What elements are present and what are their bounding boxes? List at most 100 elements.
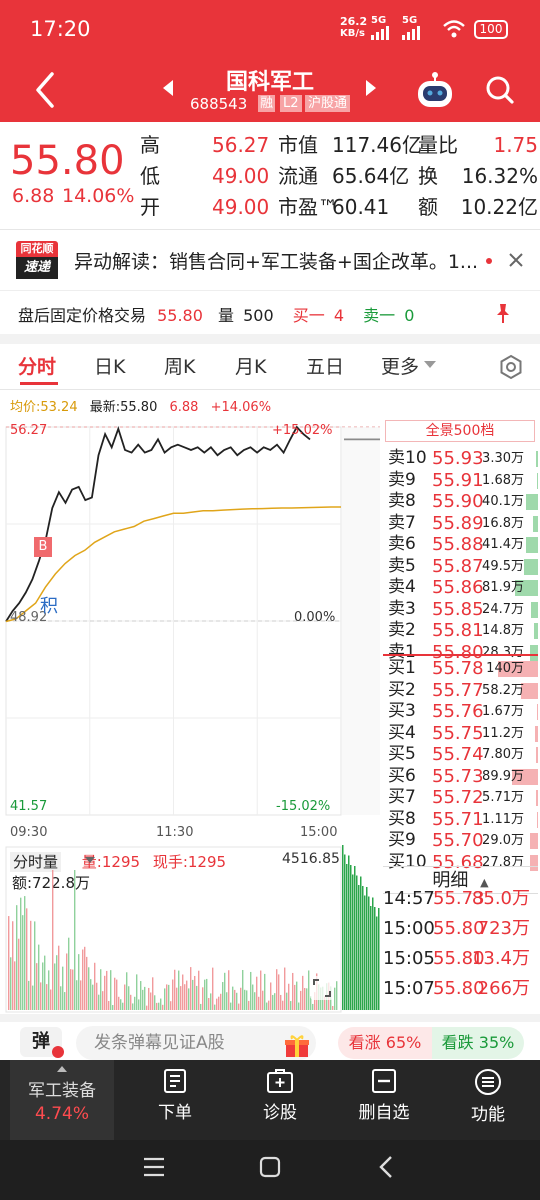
ask-row[interactable]: 卖5 55.87 49.5万 xyxy=(388,556,538,578)
volume-bar xyxy=(134,996,136,1010)
level-volume: 16.8万 xyxy=(482,515,524,531)
bid-row[interactable]: 买4 55.75 11.2万 xyxy=(388,723,538,745)
back-icon[interactable] xyxy=(376,1154,396,1180)
caret-down-icon[interactable] xyxy=(424,361,436,369)
volume-bar xyxy=(68,937,70,1010)
ask-row[interactable]: 卖8 55.90 40.1万 xyxy=(388,491,538,513)
news-logo-top: 同花顺 xyxy=(16,241,58,257)
ask-row[interactable]: 卖6 55.88 41.4万 xyxy=(388,534,538,556)
volume-bar xyxy=(144,986,146,1010)
bid-row[interactable]: 买7 55.72 5.71万 xyxy=(388,787,538,809)
home-icon[interactable] xyxy=(258,1155,282,1179)
depth-bar xyxy=(529,833,538,849)
bearish-vote-button[interactable]: 看跌 35% xyxy=(432,1027,524,1059)
remove-watchlist-button[interactable]: 删自选 xyxy=(339,1068,429,1123)
level-label: 买8 xyxy=(388,808,416,829)
volume-bar xyxy=(224,972,226,1010)
bid-row[interactable]: 买1 55.78 140万 xyxy=(388,658,538,680)
level-label: 卖9 xyxy=(388,469,416,490)
expand-icon[interactable] xyxy=(310,976,334,1000)
volume-bar xyxy=(160,998,162,1010)
volume-bar xyxy=(282,1000,284,1010)
bid-row[interactable]: 买9 55.70 29.0万 xyxy=(388,830,538,852)
stat-label: 高 xyxy=(140,133,160,157)
volume-bar xyxy=(50,989,52,1010)
danmu-input[interactable]: 发条弹幕见证A股 xyxy=(76,1026,316,1060)
search-icon[interactable] xyxy=(484,74,516,106)
tab-more[interactable]: 更多 xyxy=(381,352,419,379)
functions-button[interactable]: 功能 xyxy=(443,1068,533,1125)
tick-row[interactable]: 15:05 55.80 13.4万 xyxy=(383,944,538,973)
prev-stock-icon[interactable] xyxy=(163,80,175,96)
tick-time: 15:00 xyxy=(383,918,435,939)
title-bar: 国科军工 688543 融 L2 沪股通 xyxy=(0,60,540,122)
volume-bar xyxy=(20,897,22,1010)
stat-value: 16.32% xyxy=(461,164,538,188)
tick-row[interactable]: 14:57 55.73 85.0万 xyxy=(383,884,538,913)
ask-row[interactable]: 卖4 55.86 81.9万 xyxy=(388,577,538,599)
bid-row[interactable]: 买3 55.76 1.67万 xyxy=(388,701,538,723)
volume-bar xyxy=(220,993,222,1010)
volume-bar xyxy=(36,963,38,1010)
after-hours-bar[interactable]: 盘后固定价格交易 55.80 量 500 买一 4 卖一 0 xyxy=(18,302,414,326)
bid-row[interactable]: 买8 55.71 1.11万 xyxy=(388,809,538,831)
stat-value: 49.00 xyxy=(212,195,270,219)
volume-bar xyxy=(64,992,66,1010)
close-icon[interactable] xyxy=(508,252,524,268)
robot-icon[interactable] xyxy=(414,70,456,112)
ask-row[interactable]: 卖3 55.85 24.7万 xyxy=(388,599,538,621)
level-label: 卖4 xyxy=(388,577,416,597)
volume-bar xyxy=(256,976,258,1010)
next-stock-icon[interactable] xyxy=(364,80,376,96)
volume-bar xyxy=(148,987,150,1010)
tick-volume: 13.4万 xyxy=(471,948,530,969)
tab-five-day[interactable]: 五日 xyxy=(306,352,344,379)
level-label: 买4 xyxy=(388,722,416,743)
ask-row[interactable]: 卖10 55.93 3.30万 xyxy=(388,448,538,470)
bullish-vote-button[interactable]: 看涨 65% xyxy=(338,1027,432,1059)
volume-bar xyxy=(82,949,84,1010)
bid-row[interactable]: 买2 55.77 58.2万 xyxy=(388,680,538,702)
diagnose-button[interactable]: 诊股 xyxy=(235,1068,325,1123)
battery-icon: 100 xyxy=(474,20,508,39)
gift-icon[interactable] xyxy=(284,1034,310,1058)
tab-monthly-k[interactable]: 月K xyxy=(235,352,266,379)
chevron-left-icon[interactable] xyxy=(30,70,60,110)
full-depth-button[interactable]: 全景500档 xyxy=(385,420,535,442)
volume-bar xyxy=(186,980,188,1010)
bid-row[interactable]: 买6 55.73 89.9万 xyxy=(388,766,538,788)
tick-row[interactable]: 15:00 55.80 723万 xyxy=(383,914,538,943)
tick-row[interactable]: 15:07 55.80 266万 xyxy=(383,974,538,1003)
level-price: 55.93 xyxy=(432,448,484,469)
volume-bar xyxy=(334,987,336,1010)
volume-bar xyxy=(272,994,274,1010)
tab-intraday[interactable]: 分时 xyxy=(18,352,56,379)
volume-bar xyxy=(222,982,224,1010)
tab-weekly-k[interactable]: 周K xyxy=(164,352,195,379)
volume-bar xyxy=(24,896,26,1010)
volume-bar xyxy=(66,953,68,1010)
pin-icon[interactable] xyxy=(492,302,514,324)
after-hours-label: 盘后固定价格交易 xyxy=(18,306,147,325)
recent-apps-icon[interactable] xyxy=(142,1156,166,1178)
volume-bar xyxy=(300,990,302,1010)
accumulate-marker[interactable]: 积 xyxy=(40,592,58,618)
stat-label: 额 xyxy=(418,195,438,219)
volume-bar xyxy=(332,1005,334,1010)
volume-bar xyxy=(124,984,126,1010)
ask-row[interactable]: 卖2 55.81 14.8万 xyxy=(388,620,538,642)
settings-icon[interactable] xyxy=(498,354,524,380)
volume-bar xyxy=(48,970,50,1010)
tab-daily-k[interactable]: 日K xyxy=(94,352,125,379)
sector-tab[interactable]: 军工装备 4.74% xyxy=(10,1060,114,1140)
bid-row[interactable]: 买5 55.74 7.80万 xyxy=(388,744,538,766)
tick-bar xyxy=(356,875,358,1010)
level-price: 55.90 xyxy=(432,491,484,512)
buy-marker[interactable]: B xyxy=(34,537,52,557)
news-text[interactable]: 异动解读：销售合同+军工装备+国企改革。1... xyxy=(74,247,484,274)
order-button[interactable]: 下单 xyxy=(130,1068,220,1123)
after-hours-sell: 0 xyxy=(404,306,415,325)
ask-row[interactable]: 卖7 55.89 16.8万 xyxy=(388,513,538,535)
ask-row[interactable]: 卖9 55.91 1.68万 xyxy=(388,470,538,492)
caret-up-icon xyxy=(57,1066,67,1072)
